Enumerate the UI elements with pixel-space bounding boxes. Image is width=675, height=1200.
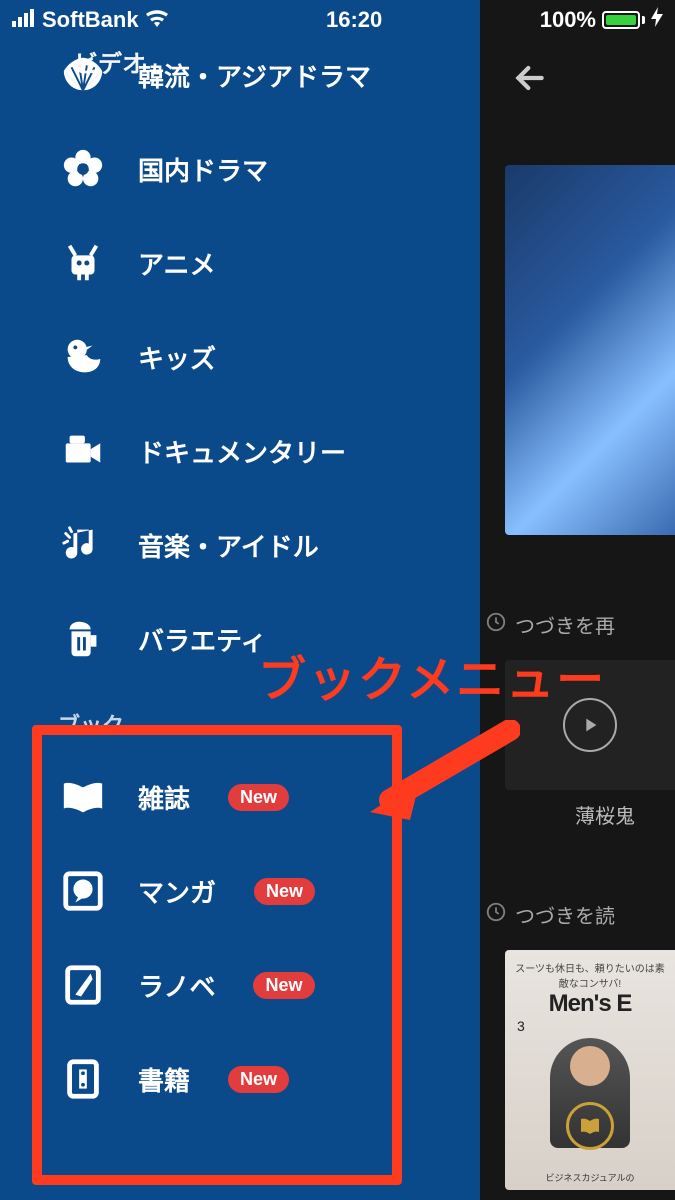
sword-book-icon xyxy=(58,960,108,1010)
sidebar-item-label: アニメ xyxy=(138,245,215,282)
sidebar-item-light-novel[interactable]: ラノベ New xyxy=(0,938,480,1032)
continue-watching-label: つづきを再 xyxy=(515,610,615,639)
annotation-label: ブックメニュー xyxy=(258,640,606,710)
sidebar-item-anime[interactable]: アニメ xyxy=(0,216,480,310)
continue-reading-label: つづきを読 xyxy=(515,900,615,929)
continue-reading-header: つづきを読 xyxy=(485,900,675,929)
flower-icon xyxy=(58,144,108,194)
sidebar-item-label: 国内ドラマ xyxy=(138,151,268,188)
battery-icon xyxy=(602,11,645,29)
charging-icon xyxy=(651,7,663,33)
magazine-issue: 3 xyxy=(517,1018,525,1034)
magazine-tagline: スーツも休日も、頼りたいのは素敵なコンサバ! xyxy=(511,960,669,990)
sidebar-item-label: ドキュメンタリー xyxy=(138,433,346,470)
camera-icon xyxy=(58,426,108,476)
sidebar-item-label: バラエティ xyxy=(138,621,266,658)
status-bar: SoftBank 16:20 100% xyxy=(0,0,675,40)
book-icon xyxy=(58,1054,108,1104)
magazine-card[interactable]: スーツも休日も、頼りたいのは素敵なコンサバ! Men's E 3 ビジネスカジュ… xyxy=(505,950,675,1190)
sidebar-item-label: マンガ xyxy=(138,873,216,910)
sidebar-item-label: キッズ xyxy=(138,339,216,376)
sidebar-item-label: 音楽・アイドル xyxy=(138,527,319,564)
wifi-icon xyxy=(145,7,169,33)
status-left: SoftBank xyxy=(0,7,169,33)
music-note-icon xyxy=(58,520,108,570)
duck-icon xyxy=(58,332,108,382)
speech-bubble-icon xyxy=(58,866,108,916)
screen: つづきを再 薄桜鬼 つづきを読 スーツも休日も、頼りたいのは素敵なコンサバ! M… xyxy=(0,0,675,1200)
magazine-title: Men's E xyxy=(549,990,632,1018)
sidebar-item-documentary[interactable]: ドキュメンタリー xyxy=(0,404,480,498)
sidebar-drawer: ビデオ 韓流・アジアドラマ 国内ドラマ アニメ キッズ xyxy=(0,0,480,1200)
continue-watching-header: つづきを再 xyxy=(485,610,675,639)
status-time: 16:20 xyxy=(169,7,540,33)
new-badge: New xyxy=(253,972,314,999)
robot-icon xyxy=(58,238,108,288)
battery-percent: 100% xyxy=(540,7,596,33)
annotation-arrow-icon xyxy=(360,720,520,830)
sidebar-item-label: 書籍 xyxy=(138,1061,190,1098)
open-book-icon[interactable] xyxy=(566,1102,614,1150)
sidebar-item-kids[interactable]: キッズ xyxy=(0,310,480,404)
status-right: 100% xyxy=(540,7,675,33)
back-arrow-icon[interactable] xyxy=(510,58,550,103)
sidebar-item-domestic-drama[interactable]: 国内ドラマ xyxy=(0,122,480,216)
carrier-label: SoftBank xyxy=(42,7,139,33)
history-icon xyxy=(485,901,507,929)
sidebar-item-label: 雑誌 xyxy=(138,779,190,816)
sidebar-section-video: ビデオ xyxy=(74,44,146,79)
history-icon xyxy=(485,611,507,639)
beer-mug-icon xyxy=(58,614,108,664)
sidebar-item-manga[interactable]: マンガ New xyxy=(0,844,480,938)
new-badge: New xyxy=(228,1066,289,1093)
new-badge: New xyxy=(228,784,289,811)
new-badge: New xyxy=(254,878,315,905)
sidebar-item-music-idol[interactable]: 音楽・アイドル xyxy=(0,498,480,592)
sidebar-item-label: ラノベ xyxy=(138,967,215,1004)
sidebar-item-label: 韓流・アジアドラマ xyxy=(138,57,371,94)
featured-thumbnail[interactable] xyxy=(505,165,675,535)
sidebar-item-books[interactable]: 書籍 New xyxy=(0,1032,480,1126)
sidebar-item-korean-asian-drama[interactable]: 韓流・アジアドラマ xyxy=(0,40,480,122)
continue-watching-title: 薄桜鬼 xyxy=(575,800,635,829)
signal-icon xyxy=(12,7,36,33)
magazine-sub: ビジネスカジュアルの xyxy=(545,1171,634,1184)
open-book-icon xyxy=(58,772,108,822)
